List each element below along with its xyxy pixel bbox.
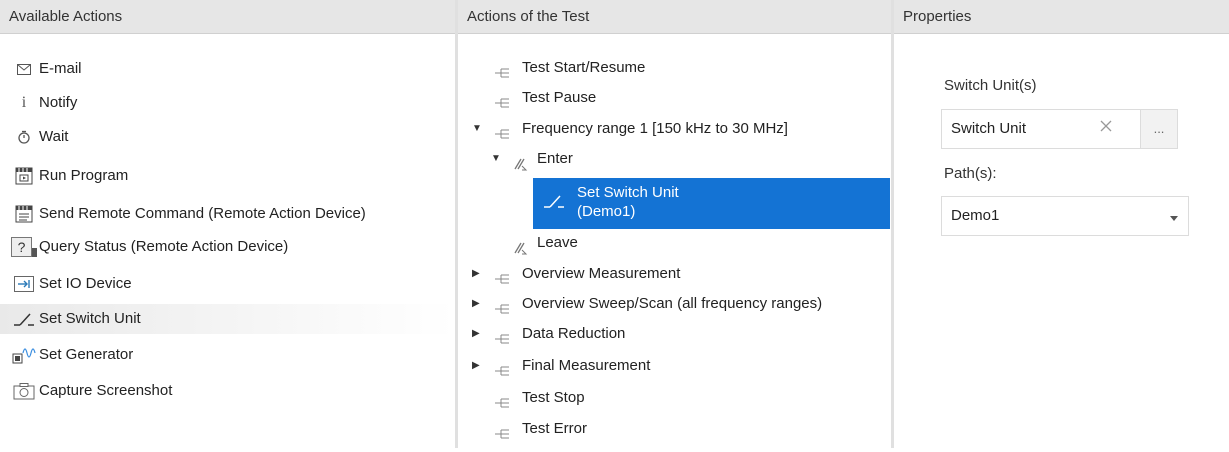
stopwatch-icon [13, 127, 35, 147]
tree-node-set-switch-unit-selected[interactable]: Set Switch Unit (Demo1) [533, 178, 890, 229]
sequence-icon [495, 359, 511, 376]
properties-header: Properties [894, 0, 1229, 34]
expand-arrow-icon[interactable]: ▶ [472, 351, 484, 381]
action-set-switch-unit[interactable]: Set Switch Unit [0, 304, 455, 334]
action-label: Capture Screenshot [39, 382, 173, 399]
path-value: Demo1 [951, 207, 1000, 224]
action-label: Set Switch Unit [39, 310, 141, 327]
camera-icon [13, 381, 35, 401]
action-label: Query Status (Remote Action Device) [39, 238, 289, 255]
node-label-line1: Set Switch Unit [577, 184, 679, 201]
io-device-icon [13, 274, 35, 294]
info-icon: i [21, 94, 27, 111]
node-label: Leave [537, 234, 578, 251]
svg-text:?: ? [18, 239, 26, 255]
sequence-icon [495, 391, 511, 408]
action-label: E-mail [39, 60, 82, 77]
node-label: Data Reduction [522, 325, 626, 342]
action-label: Run Program [39, 167, 129, 184]
expand-arrow-icon[interactable]: ▶ [472, 289, 484, 319]
expand-arrow-icon[interactable]: ▶ [472, 319, 484, 349]
sequence-icon [495, 267, 511, 284]
action-set-generator[interactable]: Set Generator [0, 340, 455, 370]
event-icon [514, 236, 530, 255]
action-wait[interactable]: Wait [0, 122, 455, 152]
sequence-icon [495, 327, 511, 344]
node-label: Frequency range 1 [150 kHz to 30 MHz] [522, 120, 788, 137]
path-dropdown[interactable]: Demo1 [941, 196, 1189, 236]
switch-unit-icon [13, 309, 35, 329]
query-status-icon: ? [10, 237, 38, 257]
available-actions-header: Available Actions [0, 0, 455, 34]
clear-icon[interactable] [1099, 119, 1113, 137]
node-label: Final Measurement [522, 357, 651, 374]
action-label: Set Generator [39, 346, 134, 363]
node-label-line2: (Demo1) [577, 203, 636, 220]
action-notify[interactable]: i Notify [0, 88, 455, 118]
envelope-icon [13, 59, 35, 79]
node-label: Test Error [522, 420, 588, 437]
expand-arrow-icon[interactable]: ▶ [472, 259, 484, 289]
sequence-icon [495, 297, 511, 314]
switch-unit-value: Switch Unit [951, 120, 1027, 137]
action-send-remote-command[interactable]: Send Remote Command (Remote Action Devic… [0, 199, 455, 229]
node-label: Test Stop [522, 389, 585, 406]
sequence-icon [495, 61, 511, 78]
paths-label: Path(s): [944, 165, 997, 182]
dropdown-arrow-icon [1170, 209, 1178, 226]
switch-units-label: Switch Unit(s) [944, 77, 1037, 94]
test-actions-header: Actions of the Test [458, 0, 891, 34]
action-label: Set IO Device [39, 275, 132, 292]
action-label: Notify [39, 94, 78, 111]
collapse-arrow-icon[interactable]: ▼ [472, 114, 484, 144]
action-email[interactable]: E-mail [0, 54, 455, 84]
sequence-icon [495, 422, 511, 439]
action-query-status[interactable]: ? Query Status (Remote Action Device) [0, 232, 455, 262]
properties-panel: Properties Switch Unit(s) Switch Unit ..… [894, 0, 1229, 448]
run-program-icon [13, 166, 35, 186]
node-label: Overview Sweep/Scan (all frequency range… [522, 295, 823, 312]
action-capture-screenshot[interactable]: Capture Screenshot [0, 376, 455, 406]
node-label: Enter [537, 150, 573, 167]
event-icon [514, 152, 530, 171]
node-label: Test Pause [522, 89, 597, 106]
action-run-program[interactable]: Run Program [0, 161, 455, 191]
generator-icon [12, 345, 38, 365]
action-set-io-device[interactable]: Set IO Device [0, 269, 455, 299]
available-actions-panel: Available Actions E-mail i Notify Wait R… [0, 0, 455, 448]
action-label: Send Remote Command (Remote Action Devic… [39, 205, 366, 222]
switch-unit-icon [543, 193, 565, 213]
remote-command-icon [13, 204, 35, 224]
browse-label: ... [1153, 121, 1165, 136]
node-label: Test Start/Resume [522, 59, 646, 76]
action-label: Wait [39, 128, 69, 145]
browse-button[interactable]: ... [1140, 109, 1178, 149]
node-label: Overview Measurement [522, 265, 681, 282]
sequence-icon [495, 91, 511, 108]
switch-unit-field[interactable]: Switch Unit [941, 109, 1140, 149]
sequence-icon [495, 122, 511, 139]
collapse-arrow-icon[interactable]: ▼ [491, 144, 503, 174]
